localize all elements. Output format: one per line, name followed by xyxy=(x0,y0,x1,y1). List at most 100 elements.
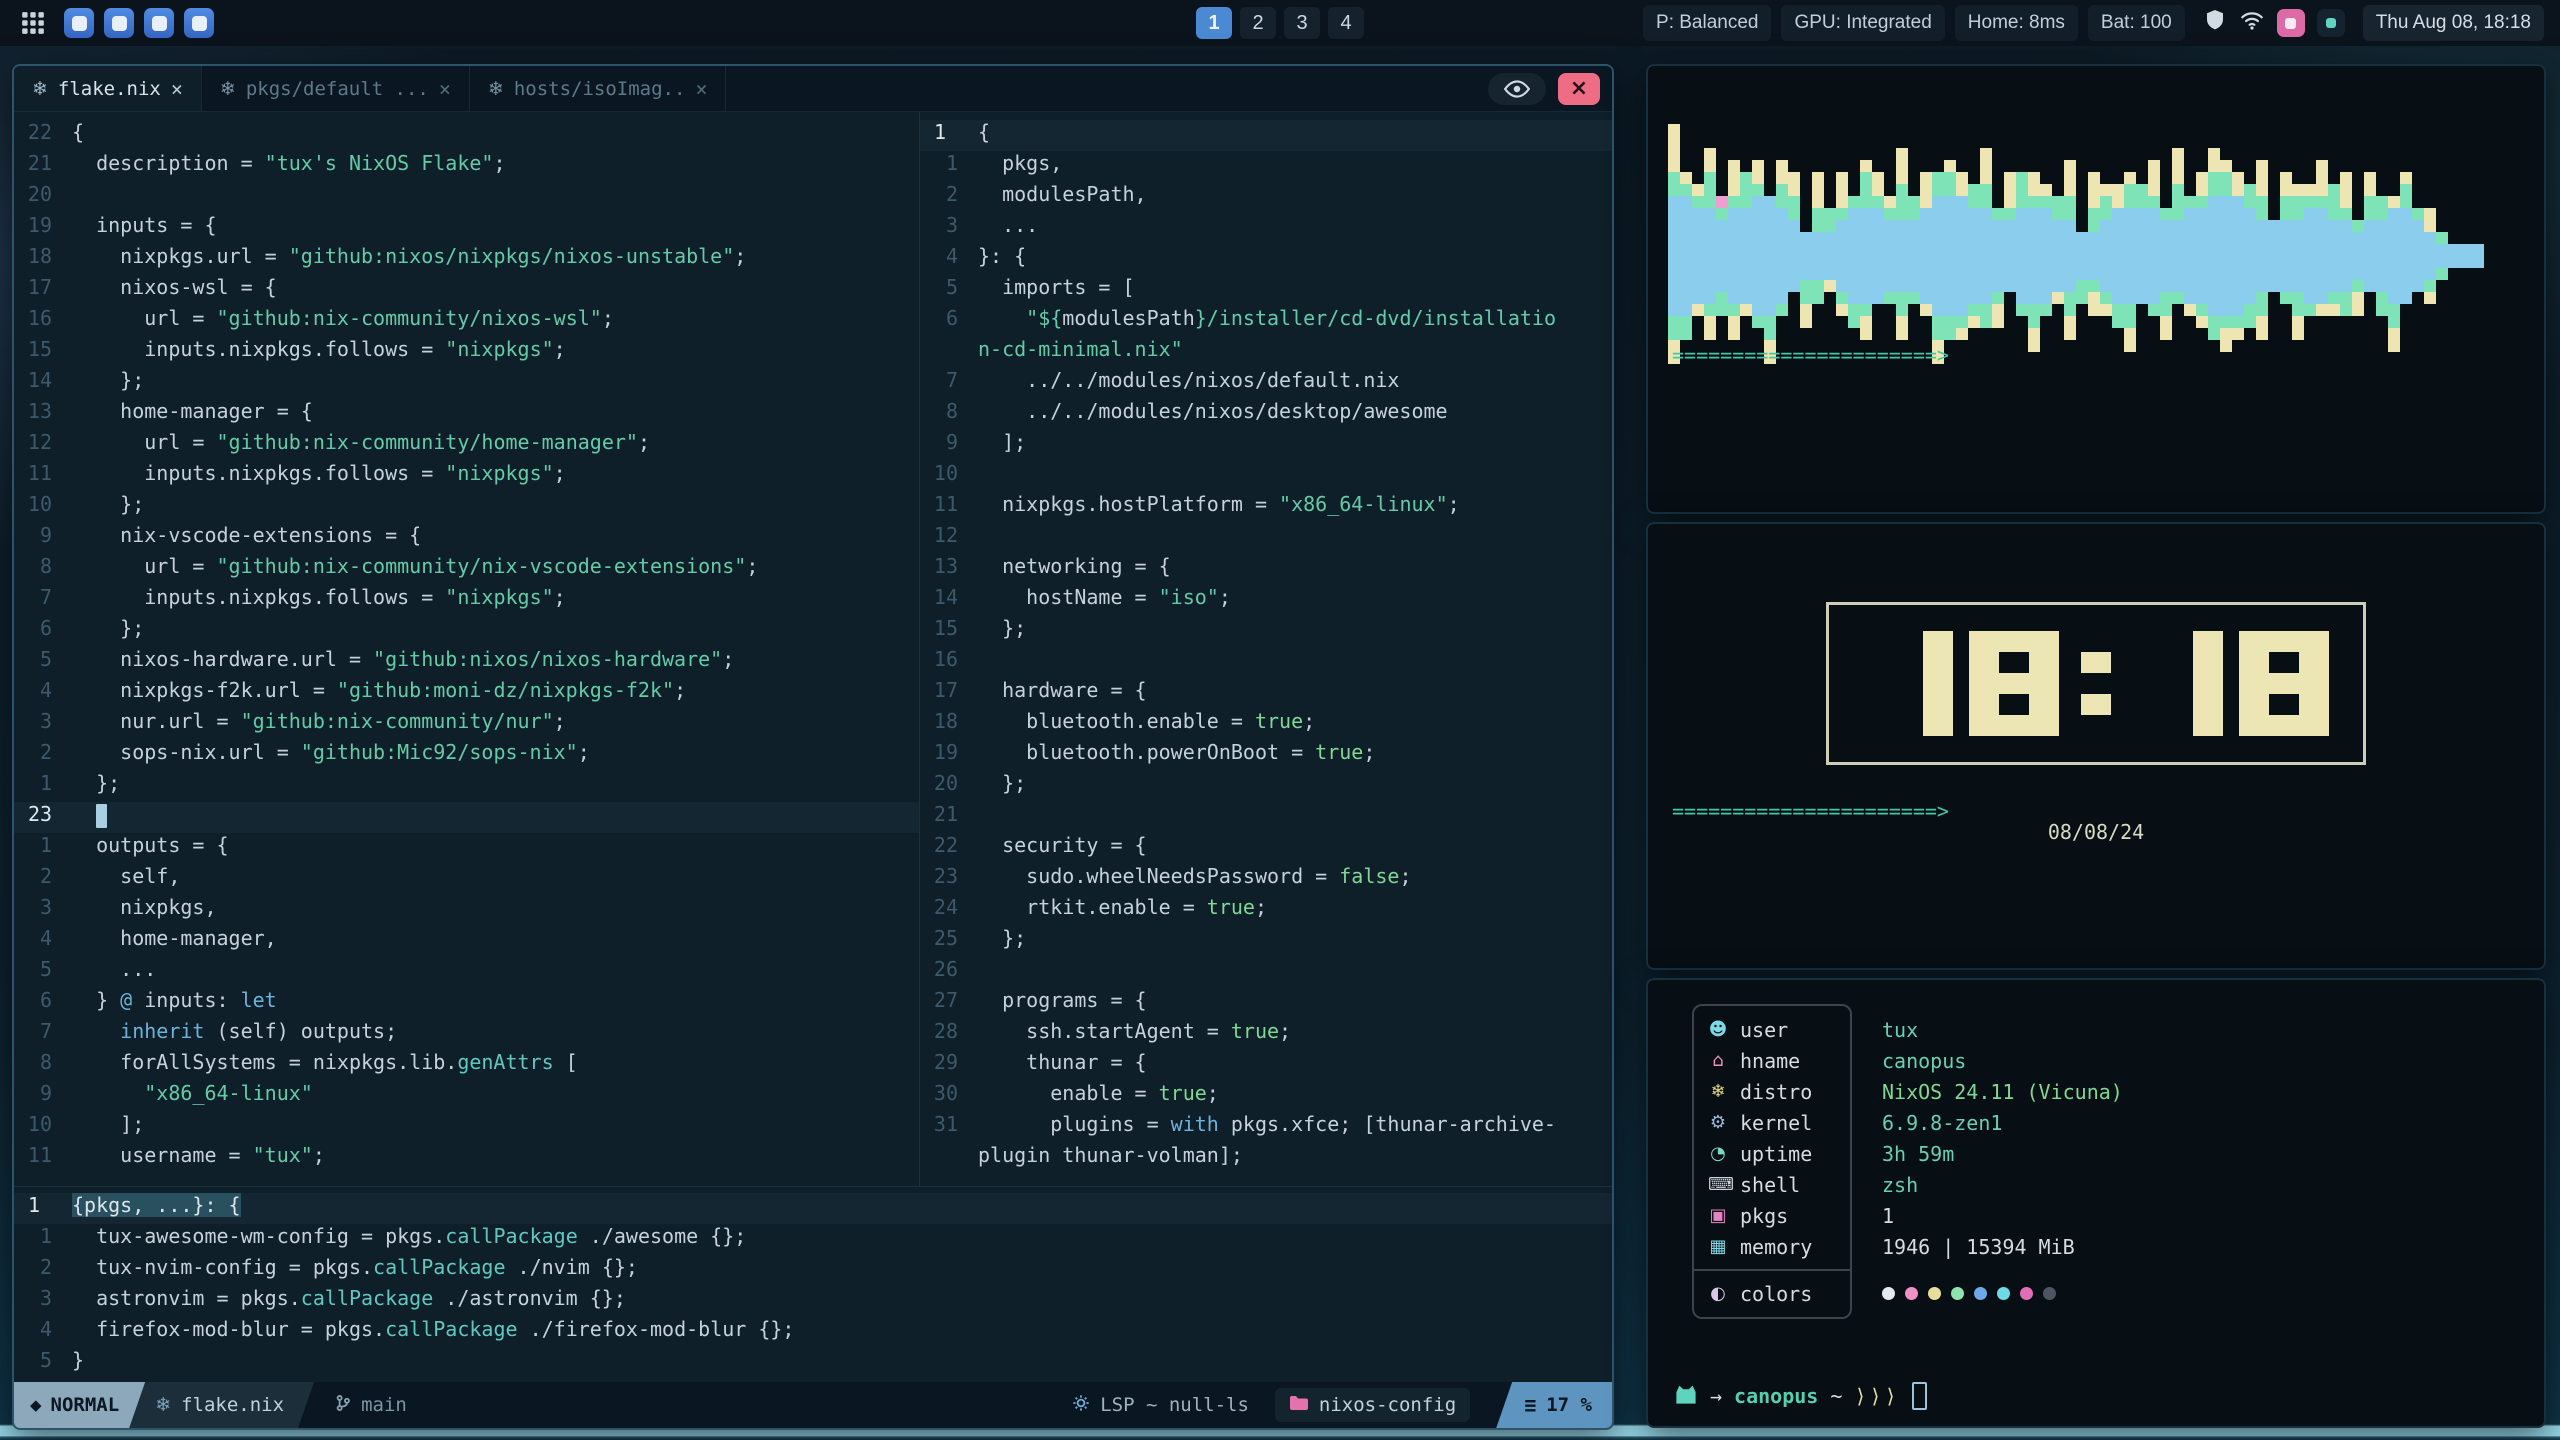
code-line[interactable]: 29 thunar = { xyxy=(920,1050,1612,1081)
code-line[interactable]: 2 modulesPath, xyxy=(920,182,1612,213)
app-launcher-icon[interactable] xyxy=(16,6,50,40)
tag-4[interactable]: 4 xyxy=(1328,7,1364,39)
window-close-button[interactable]: × xyxy=(1558,73,1600,105)
tag-3[interactable]: 3 xyxy=(1284,7,1320,39)
tab-close-icon[interactable]: × xyxy=(439,77,451,101)
code-line[interactable]: 17 nixos-wsl = { xyxy=(14,275,919,306)
notification-icon[interactable] xyxy=(2277,9,2305,37)
tab-flake.nix[interactable]: ❄flake.nix× xyxy=(14,66,202,111)
code-line[interactable]: 13 home-manager = { xyxy=(14,399,919,430)
code-line[interactable]: 23 sudo.wheelNeedsPassword = false; xyxy=(920,864,1612,895)
code-line[interactable]: 6 }; xyxy=(14,616,919,647)
code-line[interactable]: 23 xyxy=(14,802,919,833)
code-line[interactable]: 6 "${modulesPath}/installer/cd-dvd/insta… xyxy=(920,306,1612,337)
code-line[interactable]: 9 nix-vscode-extensions = { xyxy=(14,523,919,554)
code-line[interactable]: 5 ... xyxy=(14,957,919,988)
code-line[interactable]: 4}: { xyxy=(920,244,1612,275)
client-icon-1[interactable] xyxy=(64,8,94,38)
code-line[interactable]: 9 "x86_64-linux" xyxy=(14,1081,919,1112)
code-line[interactable]: 14 hostName = "iso"; xyxy=(920,585,1612,616)
tab-close-icon[interactable]: × xyxy=(171,77,183,101)
code-line[interactable]: 5 imports = [ xyxy=(920,275,1612,306)
code-line[interactable]: 2 self, xyxy=(14,864,919,895)
code-line[interactable]: 26 xyxy=(920,957,1612,988)
code-line[interactable]: 1 outputs = { xyxy=(14,833,919,864)
code-line[interactable]: 27 programs = { xyxy=(920,988,1612,1019)
code-line[interactable]: 10 }; xyxy=(14,492,919,523)
tag-1[interactable]: 1 xyxy=(1196,7,1232,39)
code-line[interactable]: 20 xyxy=(14,182,919,213)
code-line[interactable]: 12 xyxy=(920,523,1612,554)
code-line[interactable]: 14 }; xyxy=(14,368,919,399)
code-line[interactable]: 22{ xyxy=(14,120,919,151)
code-line[interactable]: 11 inputs.nixpkgs.follows = "nixpkgs"; xyxy=(14,461,919,492)
tab-hosts-isoImag..[interactable]: ❄hosts/isoImag..× xyxy=(470,66,727,111)
code-line[interactable]: 18 bluetooth.enable = true; xyxy=(920,709,1612,740)
code-line[interactable]: 5 nixos-hardware.url = "github:nixos/nix… xyxy=(14,647,919,678)
tag-2[interactable]: 2 xyxy=(1240,7,1276,39)
code-line[interactable]: plugin thunar-volman]; xyxy=(920,1143,1612,1174)
code-line[interactable]: 8 ../../modules/nixos/desktop/awesome xyxy=(920,399,1612,430)
code-line[interactable]: 20 }; xyxy=(920,771,1612,802)
code-line[interactable]: 5} xyxy=(14,1348,1612,1379)
code-line[interactable]: 4 nixpkgs-f2k.url = "github:moni-dz/nixp… xyxy=(14,678,919,709)
code-line[interactable]: 19 bluetooth.powerOnBoot = true; xyxy=(920,740,1612,771)
code-line[interactable]: 31 plugins = with pkgs.xfce; [thunar-arc… xyxy=(920,1112,1612,1143)
code-line[interactable]: 12 url = "github:nix-community/home-mana… xyxy=(14,430,919,461)
code-line[interactable]: 28 ssh.startAgent = true; xyxy=(920,1019,1612,1050)
code-line[interactable]: 3 nur.url = "github:nix-community/nur"; xyxy=(14,709,919,740)
code-line[interactable]: 15 }; xyxy=(920,616,1612,647)
client-icon-2[interactable] xyxy=(104,8,134,38)
shell-prompt[interactable]: → canopus ~ ⟩⟩⟩ xyxy=(1674,1382,1927,1410)
code-line[interactable]: 1{pkgs, ...}: { xyxy=(14,1193,1612,1224)
code-line[interactable]: 11 nixpkgs.hostPlatform = "x86_64-linux"… xyxy=(920,492,1612,523)
tab-close-icon[interactable]: × xyxy=(695,77,707,101)
code-line[interactable]: 7 inherit (self) outputs; xyxy=(14,1019,919,1050)
code-line[interactable]: 4 home-manager, xyxy=(14,926,919,957)
code-line[interactable]: 3 astronvim = pkgs.callPackage ./astronv… xyxy=(14,1286,1612,1317)
eye-toggle-button[interactable] xyxy=(1488,73,1546,105)
code-line[interactable]: 1 tux-awesome-wm-config = pkgs.callPacka… xyxy=(14,1224,1612,1255)
code-line[interactable]: 17 hardware = { xyxy=(920,678,1612,709)
code-line[interactable]: 22 security = { xyxy=(920,833,1612,864)
wifi-icon[interactable] xyxy=(2239,7,2265,39)
client-icon-3[interactable] xyxy=(144,8,174,38)
code-line[interactable]: 19 inputs = { xyxy=(14,213,919,244)
code-line[interactable]: 10 xyxy=(920,461,1612,492)
code-line[interactable]: 3 nixpkgs, xyxy=(14,895,919,926)
code-line[interactable]: 2 sops-nix.url = "github:Mic92/sops-nix"… xyxy=(14,740,919,771)
code-line[interactable]: 7 ../../modules/nixos/default.nix xyxy=(920,368,1612,399)
code-line[interactable]: 16 url = "github:nix-community/nixos-wsl… xyxy=(14,306,919,337)
shield-icon[interactable] xyxy=(2203,8,2227,38)
code-line[interactable]: 30 enable = true; xyxy=(920,1081,1612,1112)
editor-pane-pkgs[interactable]: 1{pkgs, ...}: {1 tux-awesome-wm-config =… xyxy=(14,1186,1612,1382)
code-line[interactable]: 1{ xyxy=(920,120,1612,151)
code-line[interactable]: 1 pkgs, xyxy=(920,151,1612,182)
tab-pkgs-default-...[interactable]: ❄pkgs/default ...× xyxy=(202,66,470,111)
code-line[interactable]: 21 description = "tux's NixOS Flake"; xyxy=(14,151,919,182)
editor-pane-iso[interactable]: 1{1 pkgs,2 modulesPath,3 ...4}: {5 impor… xyxy=(920,112,1612,1186)
code-line[interactable]: 11 username = "tux"; xyxy=(14,1143,919,1174)
code-line[interactable]: 7 inputs.nixpkgs.follows = "nixpkgs"; xyxy=(14,585,919,616)
code-text: ]; xyxy=(978,430,1026,461)
client-icon-4[interactable] xyxy=(184,8,214,38)
code-line[interactable]: 10 ]; xyxy=(14,1112,919,1143)
code-line[interactable]: 8 url = "github:nix-community/nix-vscode… xyxy=(14,554,919,585)
tray-toggle-icon[interactable] xyxy=(2317,9,2345,37)
code-line[interactable]: 9 ]; xyxy=(920,430,1612,461)
code-line[interactable]: 16 xyxy=(920,647,1612,678)
code-line[interactable]: 21 xyxy=(920,802,1612,833)
code-line[interactable]: 1 }; xyxy=(14,771,919,802)
code-line[interactable]: n-cd-minimal.nix" xyxy=(920,337,1612,368)
code-line[interactable]: 3 ... xyxy=(920,213,1612,244)
code-line[interactable]: 25 }; xyxy=(920,926,1612,957)
code-line[interactable]: 6 } @ inputs: let xyxy=(14,988,919,1019)
code-line[interactable]: 4 firefox-mod-blur = pkgs.callPackage ./… xyxy=(14,1317,1612,1348)
code-line[interactable]: 15 inputs.nixpkgs.follows = "nixpkgs"; xyxy=(14,337,919,368)
editor-pane-flake[interactable]: 22{21 description = "tux's NixOS Flake";… xyxy=(14,112,920,1186)
code-line[interactable]: 18 nixpkgs.url = "github:nixos/nixpkgs/n… xyxy=(14,244,919,275)
code-line[interactable]: 13 networking = { xyxy=(920,554,1612,585)
code-line[interactable]: 2 tux-nvim-config = pkgs.callPackage ./n… xyxy=(14,1255,1612,1286)
code-line[interactable]: 8 forAllSystems = nixpkgs.lib.genAttrs [ xyxy=(14,1050,919,1081)
code-line[interactable]: 24 rtkit.enable = true; xyxy=(920,895,1612,926)
